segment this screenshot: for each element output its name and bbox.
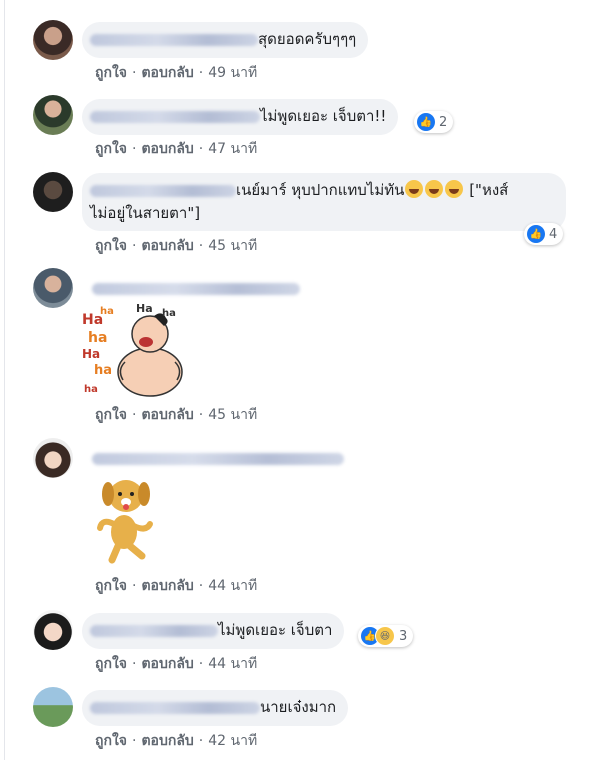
reply-link[interactable]: ตอบกลับ [141,733,193,749]
like-link[interactable]: ถูกใจ [95,238,127,254]
reaction-count: 2 [439,114,448,130]
like-link[interactable]: ถูกใจ [95,578,127,594]
sticker[interactable] [96,476,158,564]
like-link[interactable]: ถูกใจ [95,141,127,157]
timestamp[interactable]: 49 นาที [208,65,257,81]
comment-text: ไม่พูดเยอะ เจ็บตา [218,621,333,639]
like-icon: 👍 [417,113,435,131]
avatar[interactable] [33,687,73,727]
author-name[interactable] [92,453,344,465]
author-name[interactable] [92,283,300,295]
avatar[interactable] [33,172,73,212]
comment-bubble: ไม่พูดเยอะ เจ็บตา!! [82,99,399,135]
laughing-emoji [405,180,424,198]
author-name[interactable] [90,701,260,714]
svg-text:ha: ha [84,384,98,395]
author-name[interactable] [90,624,218,637]
author-name[interactable] [90,33,258,46]
svg-text:ha: ha [94,363,112,378]
haha-icon: 😆 [375,626,395,646]
comment-text-cont: ["หงส์ [469,181,509,199]
avatar[interactable] [33,268,73,308]
sticker[interactable]: Ha ha ha Ha ha ha Ha ha [80,302,185,398]
haha-laughing-man-sticker: Ha ha ha Ha ha ha Ha ha [82,302,183,397]
reaction-summary[interactable]: 👍 4 [524,223,564,245]
avatar[interactable] [33,610,73,650]
svg-text:ha: ha [88,330,107,346]
like-link[interactable]: ถูกใจ [95,65,127,81]
comment-actions: ถูกใจ · ตอบกลับ · 49 นาที [95,65,258,81]
comment-actions: ถูกใจ · ตอบกลับ · 47 นาที [95,141,258,157]
timestamp[interactable]: 45 นาที [208,407,257,423]
comment-text: นายเจ๋งมาก [260,698,337,716]
comment-actions: ถูกใจ · ตอบกลับ · 44 นาที [95,578,258,594]
comment-bubble: เนย์มาร์ หุบปากแทบไม่ทัน ["หงส์ ไม่อยู่ใ… [82,173,566,231]
reaction-count: 4 [549,226,558,242]
comment-bubble: ไม่พูดเยอะ เจ็บตา [82,613,345,649]
svg-text:ha: ha [162,308,176,319]
author-name[interactable] [90,110,260,123]
timestamp[interactable]: 45 นาที [208,238,257,254]
comment-actions: ถูกใจ · ตอบกลับ · 45 นาที [95,238,258,254]
comment-bubble: สุดยอดครับๆๆๆ [82,22,369,58]
comment-actions: ถูกใจ · ตอบกลับ · 42 นาที [95,733,258,749]
reply-link[interactable]: ตอบกลับ [141,578,193,594]
like-link[interactable]: ถูกใจ [95,656,127,672]
avatar[interactable] [33,20,73,60]
timestamp[interactable]: 47 นาที [208,141,257,157]
comment-actions: ถูกใจ · ตอบกลับ · 44 นาที [95,656,258,672]
timestamp[interactable]: 44 นาที [208,656,257,672]
svg-text:ha: ha [100,306,114,317]
reaction-count: 3 [399,628,408,644]
laughing-emoji [425,180,444,198]
comment-text: เนย์มาร์ หุบปากแทบไม่ทัน [236,181,405,199]
reaction-summary[interactable]: 👍 2 [414,111,454,133]
reply-link[interactable]: ตอบกลับ [141,656,193,672]
avatar[interactable] [33,438,73,478]
thread-line [4,0,5,760]
author-name[interactable] [90,184,236,197]
comment-text: ไม่พูดเยอะ เจ็บตา!! [260,107,387,125]
reply-link[interactable]: ตอบกลับ [141,65,193,81]
reply-link[interactable]: ตอบกลับ [141,141,193,157]
like-link[interactable]: ถูกใจ [95,407,127,423]
timestamp[interactable]: 44 นาที [208,578,257,594]
reply-link[interactable]: ตอบกลับ [141,407,193,423]
comment-text: สุดยอดครับๆๆๆ [258,30,357,48]
like-icon: 👍 [527,225,545,243]
dancing-dog-sticker [97,480,153,564]
comment-text-line2: ไม่อยู่ในสายตา"] [90,204,201,222]
reply-link[interactable]: ตอบกลับ [141,238,193,254]
laughing-emoji [445,180,464,198]
avatar[interactable] [33,95,73,135]
comment-bubble: นายเจ๋งมาก [82,690,349,726]
svg-text:Ha: Ha [136,302,153,315]
like-link[interactable]: ถูกใจ [95,733,127,749]
timestamp[interactable]: 42 นาที [208,733,257,749]
svg-text:Ha: Ha [82,347,100,361]
comment-actions: ถูกใจ · ตอบกลับ · 45 นาที [95,407,258,423]
reaction-summary[interactable]: 👍 😆 3 [358,625,414,647]
